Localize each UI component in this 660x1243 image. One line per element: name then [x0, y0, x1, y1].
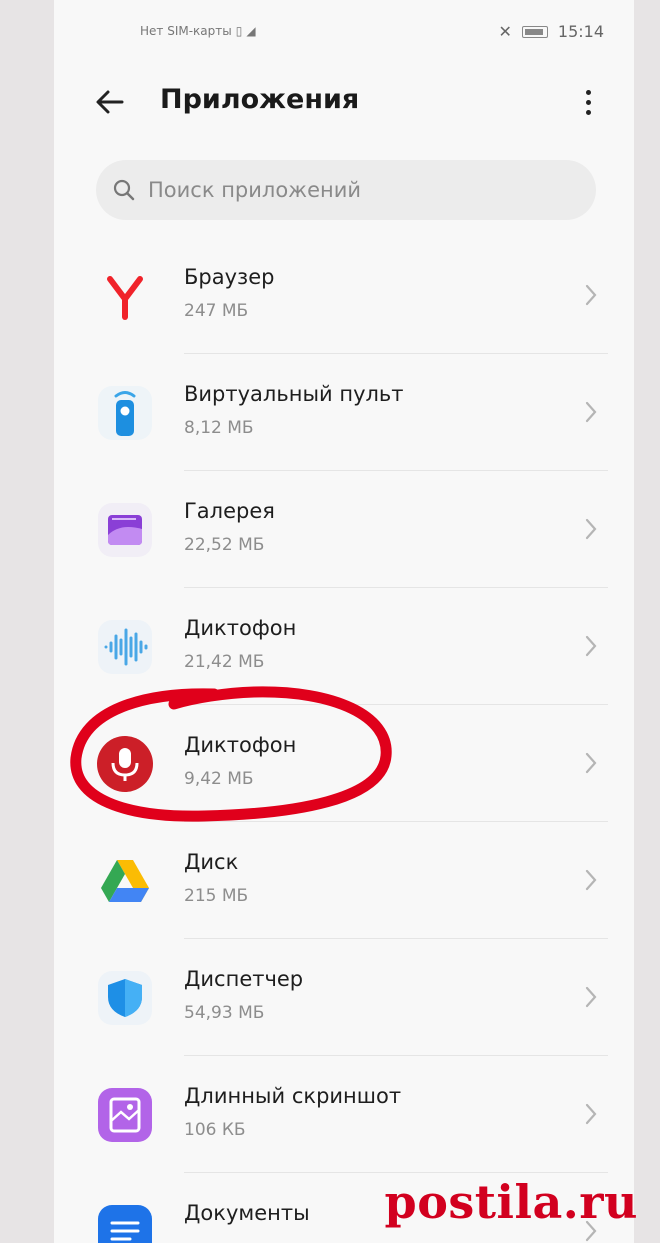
app-size: 106 КБ — [184, 1120, 246, 1140]
status-right: ✕ 15:14 — [498, 22, 604, 41]
more-dot-icon — [585, 109, 591, 115]
background-right — [634, 0, 660, 1243]
app-row-virtual-remote[interactable]: Виртуальный пульт 8,12 МБ — [54, 354, 634, 471]
gallery-icon — [98, 503, 152, 557]
app-list: Браузер 247 МБ Виртуальный пульт 8,12 МБ — [54, 237, 634, 1243]
more-options-button[interactable] — [578, 84, 598, 120]
status-bar: Нет SIM-карты ▯ ◢ ✕ 15:14 — [54, 18, 634, 48]
chevron-right-icon — [585, 869, 597, 891]
battery-icon — [521, 25, 548, 38]
google-drive-icon — [101, 860, 149, 902]
app-name: Документы — [184, 1201, 310, 1225]
long-screenshot-icon — [98, 1088, 152, 1142]
chevron-right-icon — [585, 752, 597, 774]
back-button[interactable] — [92, 84, 132, 124]
chevron-right-icon — [585, 284, 597, 306]
app-size: 8,12 МБ — [184, 418, 254, 438]
app-size: 21,42 МБ — [184, 652, 265, 672]
background-left — [0, 0, 54, 1243]
yandex-browser-icon — [107, 276, 143, 320]
app-row-recorder-red[interactable]: Диктофон 9,42 МБ — [54, 705, 634, 822]
app-row-gallery[interactable]: Галерея 22,52 МБ — [54, 471, 634, 588]
watermark-text: postila.ru — [384, 1175, 638, 1229]
app-size: 9,42 МБ — [184, 769, 254, 789]
more-dot-icon — [585, 99, 591, 105]
app-size: 247 МБ — [184, 301, 249, 321]
shield-icon — [98, 971, 152, 1025]
app-size: 215 МБ — [184, 886, 249, 906]
search-input[interactable] — [146, 177, 550, 203]
page-title: Приложения — [160, 84, 360, 115]
sound-wave-icon — [98, 620, 152, 674]
app-row-browser[interactable]: Браузер 247 МБ — [54, 237, 634, 354]
app-name: Диспетчер — [184, 967, 304, 991]
app-name: Диктофон — [184, 616, 297, 640]
back-arrow-icon — [96, 90, 124, 114]
search-icon — [113, 179, 135, 201]
search-bar[interactable] — [96, 160, 596, 220]
sim-icon: ▯ — [235, 24, 243, 38]
app-size: 22,52 МБ — [184, 535, 265, 555]
app-row-recorder[interactable]: Диктофон 21,42 МБ — [54, 588, 634, 705]
app-name: Браузер — [184, 265, 275, 289]
app-name: Диск — [184, 850, 239, 874]
chevron-right-icon — [585, 518, 597, 540]
virtual-remote-icon — [98, 386, 152, 440]
docs-icon — [98, 1205, 152, 1243]
app-name: Галерея — [184, 499, 275, 523]
chevron-right-icon — [585, 401, 597, 423]
clock-time: 15:14 — [557, 22, 604, 41]
app-row-drive[interactable]: Диск 215 МБ — [54, 822, 634, 939]
app-row-manager[interactable]: Диспетчер 54,93 МБ — [54, 939, 634, 1056]
app-size: 54,93 МБ — [184, 1003, 265, 1023]
app-name: Длинный скриншот — [184, 1084, 402, 1108]
red-microphone-icon — [97, 736, 153, 792]
chevron-right-icon — [585, 1103, 597, 1125]
app-row-long-screenshot[interactable]: Длинный скриншот 106 КБ — [54, 1056, 634, 1173]
status-left: Нет SIM-карты ▯ ◢ — [140, 24, 256, 38]
app-name: Диктофон — [184, 733, 297, 757]
chevron-right-icon — [585, 635, 597, 657]
mute-icon: ✕ — [498, 22, 512, 41]
chevron-right-icon — [585, 986, 597, 1008]
phone-screen: Нет SIM-карты ▯ ◢ ✕ 15:14 Приложения Пои… — [54, 0, 634, 1243]
carrier-text: Нет SIM-карты — [140, 24, 232, 38]
app-name: Виртуальный пульт — [184, 382, 404, 406]
wifi-icon: ◢ — [246, 24, 256, 38]
header: Приложения — [54, 74, 634, 130]
more-dot-icon — [585, 89, 591, 95]
